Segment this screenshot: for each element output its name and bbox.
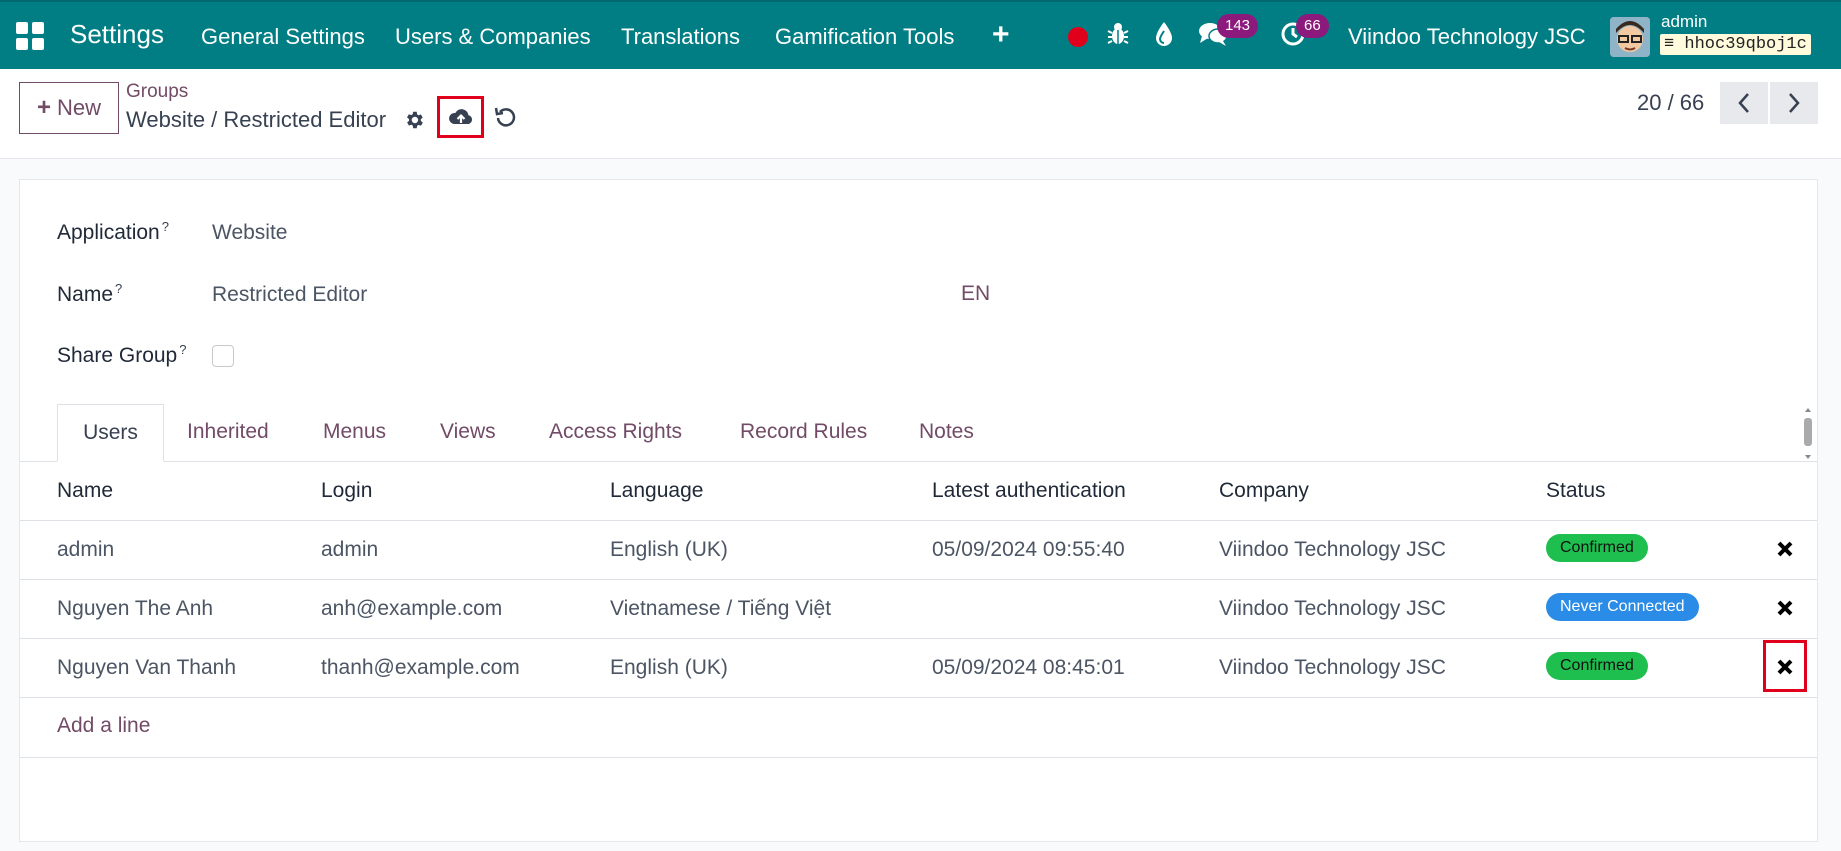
share-group-checkbox[interactable]: [212, 345, 234, 367]
gear-icon[interactable]: [403, 109, 425, 131]
cell-login: thanh@example.com: [321, 656, 520, 679]
chevron-left-icon: [1738, 93, 1749, 113]
new-button-label: New: [57, 95, 102, 120]
menu-translations[interactable]: Translations: [621, 24, 740, 50]
cell-name: admin: [57, 538, 115, 561]
user-avatar[interactable]: [1610, 17, 1650, 57]
status-badge: Confirmed: [1546, 652, 1648, 680]
status-badge: Confirmed: [1546, 534, 1648, 562]
application-field[interactable]: Website: [212, 221, 287, 245]
tab-users[interactable]: Users: [57, 404, 164, 462]
discard-undo-icon[interactable]: [494, 105, 518, 129]
tab-inherited[interactable]: Inherited: [187, 404, 269, 462]
column-latest-authentication[interactable]: Latest authentication: [932, 479, 1126, 503]
user-name[interactable]: admin: [1661, 12, 1707, 32]
new-button[interactable]: + New: [19, 82, 119, 134]
tab-notes[interactable]: Notes: [919, 404, 974, 462]
database-name: hhoc39qboj1c: [1684, 35, 1807, 54]
cell-login: anh@example.com: [321, 597, 503, 620]
cell-company: Viindoo Technology JSC: [1219, 656, 1446, 679]
plus-icon[interactable]: +: [992, 18, 1010, 52]
column-language[interactable]: Language: [610, 479, 703, 503]
share-group-label: Share Group?: [57, 342, 187, 367]
cell-latest-authentication: 05/09/2024 08:45:01: [932, 656, 1125, 679]
record-title: Website / Restricted Editor: [126, 107, 387, 132]
cell-company: Viindoo Technology JSC: [1219, 538, 1446, 561]
cell-name: Nguyen Van Thanh: [57, 656, 237, 679]
add-line-link[interactable]: Add a line: [57, 714, 150, 738]
translate-language-button[interactable]: EN: [961, 282, 990, 306]
pager-previous-button[interactable]: [1720, 82, 1768, 124]
activities-count-badge: 66: [1296, 14, 1329, 38]
notebook-tabs: Users Inherited Menus Views Access Right…: [20, 404, 1817, 462]
column-name[interactable]: Name: [57, 479, 113, 503]
tab-menus[interactable]: Menus: [323, 404, 386, 462]
table-row[interactable]: Nguyen Van Thanh thanh@example.com Engli…: [20, 639, 1817, 698]
database-icon: ≡: [1664, 35, 1675, 54]
delete-row-icon[interactable]: [1775, 657, 1795, 677]
tab-access-rights[interactable]: Access Rights: [549, 404, 682, 462]
top-navbar: Settings General Settings Users & Compan…: [0, 0, 1841, 69]
menu-general-settings[interactable]: General Settings: [201, 24, 365, 50]
form-sheet: Application? Website Name? Restricted Ed…: [19, 179, 1818, 842]
cell-login: admin: [321, 538, 379, 561]
name-label: Name?: [57, 281, 123, 306]
cell-language: English (UK): [610, 538, 728, 561]
breadcrumb-groups[interactable]: Groups: [126, 81, 188, 103]
table-row[interactable]: admin admin English (UK) 05/09/2024 09:5…: [20, 521, 1817, 580]
tab-views[interactable]: Views: [440, 404, 496, 462]
recording-dot-icon[interactable]: [1068, 27, 1088, 47]
delete-row-icon[interactable]: [1775, 598, 1795, 618]
menu-users-companies[interactable]: Users & Companies: [395, 24, 591, 50]
menu-gamification-tools[interactable]: Gamification Tools: [775, 24, 954, 50]
table-row[interactable]: Nguyen The Anh anh@example.com Vietnames…: [20, 580, 1817, 639]
database-chip: ≡ hhoc39qboj1c: [1660, 34, 1811, 55]
pager-value[interactable]: 20 / 66: [1637, 90, 1704, 116]
chevron-right-icon: [1789, 93, 1800, 113]
users-table-header: Name Login Language Latest authenticatio…: [20, 462, 1817, 521]
apps-menu-icon[interactable]: [16, 22, 44, 50]
cell-name: Nguyen The Anh: [57, 597, 214, 620]
cell-company: Viindoo Technology JSC: [1219, 597, 1446, 620]
divider: [20, 757, 1817, 758]
application-label: Application?: [57, 219, 169, 244]
column-login[interactable]: Login: [321, 479, 372, 503]
save-button[interactable]: [437, 96, 484, 138]
control-panel: + New Groups Website / Restricted Editor …: [0, 69, 1841, 159]
cell-language: English (UK): [610, 656, 728, 679]
delete-row-icon[interactable]: [1775, 539, 1795, 559]
cloud-upload-icon: [448, 109, 472, 124]
column-status[interactable]: Status: [1546, 479, 1606, 503]
droplet-icon[interactable]: [1154, 21, 1174, 54]
cell-latest-authentication: 05/09/2024 09:55:40: [932, 538, 1125, 561]
app-title[interactable]: Settings: [70, 19, 164, 50]
bug-icon[interactable]: [1106, 21, 1130, 54]
name-field[interactable]: Restricted Editor: [212, 283, 367, 307]
plus-icon: +: [36, 94, 51, 121]
messages-count-badge: 143: [1217, 14, 1259, 38]
tab-record-rules[interactable]: Record Rules: [740, 404, 867, 462]
company-switcher[interactable]: Viindoo Technology JSC: [1348, 24, 1586, 50]
pager-next-button[interactable]: [1770, 82, 1818, 124]
tabs-scrollbar[interactable]: [1802, 406, 1814, 461]
column-company[interactable]: Company: [1219, 479, 1309, 503]
status-badge: Never Connected: [1546, 593, 1699, 621]
cell-language: Vietnamese / Tiếng Việt: [610, 597, 832, 620]
